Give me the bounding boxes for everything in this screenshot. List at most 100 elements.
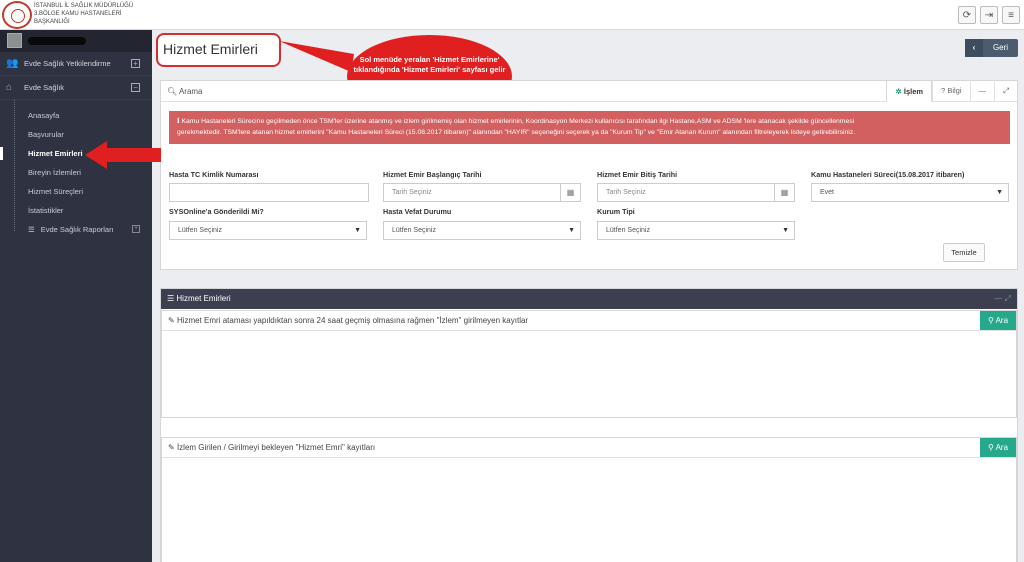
back-button[interactable]: ‹ Geri <box>965 39 1018 57</box>
orders-panel-title: Hizmet Emirleri <box>176 294 231 303</box>
collapse-icon[interactable]: − <box>131 83 140 92</box>
edit-icon: ✎ <box>168 316 175 325</box>
sidebar-item-label: İstatistikler <box>28 206 64 215</box>
kurum-label: Kurum Tipi <box>597 207 635 216</box>
calendar-icon[interactable]: ▦ <box>560 184 580 201</box>
expand-icon[interactable]: + <box>132 225 140 233</box>
overdue-section: ✎ Hizmet Emri ataması yapıldıktan sonra … <box>161 310 1017 418</box>
kamu-label: Kamu Hastaneleri Süreci(15.08.2017 itiba… <box>811 170 965 179</box>
logout-icon[interactable]: ⇥ <box>980 6 998 24</box>
search-button-label: Ara <box>995 316 1009 325</box>
org-line-1: İSTANBUL İL SAĞLIK MÜDÜRLÜĞÜ <box>34 3 134 9</box>
chevron-left-icon: ‹ <box>965 39 983 57</box>
start-date-input[interactable]: Tarih Seçiniz ▦ <box>383 183 581 202</box>
start-date-label: Hizmet Emir Başlangıç Tarihi <box>383 170 482 179</box>
sidebar-item-label: Evde Sağlık Yetkilendirme <box>24 59 111 68</box>
page-title: Hizmet Emirleri <box>156 33 281 67</box>
sidebar: 👥 Evde Sağlık Yetkilendirme + ⌂ Evde Sağ… <box>0 30 152 562</box>
calendar-icon[interactable]: ▦ <box>774 184 794 201</box>
sys-value: Lütfen Seçiniz <box>178 227 222 234</box>
sidebar-item-label: Bireyin İzlemleri <box>28 168 81 177</box>
gear-icon: ✲ <box>895 87 902 96</box>
kamu-select[interactable]: Evet ▼ <box>811 183 1009 202</box>
sidebar-item-label: Hizmet Süreçleri <box>28 187 84 196</box>
alert-text-1: Kamu Hastaneleri Sürecine geçilmeden önc… <box>181 118 855 125</box>
tab-label: İşlem <box>903 87 924 96</box>
caret-down-icon: ▼ <box>568 227 575 234</box>
sidebar-item-label: Evde Sağlık <box>24 83 65 92</box>
search-icon: ⚲ <box>987 443 994 452</box>
question-icon: ? <box>941 86 946 95</box>
end-date-label: Hizmet Emir Bitiş Tarihi <box>597 170 678 179</box>
search-panel-header: 🔍︎ Arama ✲ İşlem ? Bilgi — ⤢ <box>161 80 1017 102</box>
refresh-icon[interactable]: ⟳ <box>958 6 976 24</box>
sidebar-item-istatistikler[interactable]: İstatistikler <box>0 201 152 220</box>
overdue-section-title: Hizmet Emri ataması yapıldıktan sonra 24… <box>176 316 529 325</box>
main-content: Hizmet Emirleri ‹ Geri Sol menüde yerala… <box>152 30 1024 562</box>
kurum-value: Lütfen Seçiniz <box>606 227 650 234</box>
sys-label: SYSOnline'a Gönderildi Mi? <box>169 207 264 216</box>
expand-icon[interactable]: ⤢ <box>994 80 1017 102</box>
annotation-arrow <box>85 141 161 169</box>
org-line-3: BAŞKANLIĞI <box>34 19 70 25</box>
ministry-logo <box>2 1 32 29</box>
kamu-value: Evet <box>820 189 835 196</box>
izlem-section-title: İzlem Girilen / Girilmeyi bekleyen "Hizm… <box>176 443 376 452</box>
sidebar-item-yetkilendirme[interactable]: 👥 Evde Sağlık Yetkilendirme + <box>0 52 152 76</box>
orders-panel: ☰ Hizmet Emirleri — ⤢ ✎ Hizmet Emri atam… <box>160 288 1018 562</box>
edit-icon: ✎ <box>168 443 175 452</box>
sys-select[interactable]: Lütfen Seçiniz ▼ <box>169 221 367 240</box>
org-name: İSTANBUL İL SAĞLIK MÜDÜRLÜĞÜ 3.BÖLGE KAM… <box>34 2 133 26</box>
tab-bilgi[interactable]: ? Bilgi <box>932 80 969 102</box>
search-button[interactable]: ⚲ Ara <box>980 438 1016 457</box>
start-date-placeholder: Tarih Seçiniz <box>392 189 432 196</box>
sidebar-item-anasayfa[interactable]: Anasayfa <box>0 106 152 125</box>
sidebar-item-evde-saglik[interactable]: ⌂ Evde Sağlık − <box>0 76 152 100</box>
end-date-input[interactable]: Tarih Seçiniz ▦ <box>597 183 795 202</box>
tc-input[interactable] <box>169 183 369 202</box>
izlem-section: ✎ İzlem Girilen / Girilmeyi bekleyen "Hi… <box>161 437 1017 562</box>
org-line-2: 3.BÖLGE KAMU HASTANELERİ <box>34 11 122 17</box>
info-alert: ℹ Kamu Hastaneleri Sürecine geçilmeden ö… <box>169 111 1010 144</box>
caret-down-icon: ▼ <box>996 189 1003 196</box>
search-panel-title: Arama <box>178 87 203 96</box>
avatar[interactable] <box>7 33 22 48</box>
sidebar-item-label: Hizmet Emirleri <box>28 149 83 158</box>
caret-down-icon: ▼ <box>782 227 789 234</box>
top-bar: İSTANBUL İL SAĞLIK MÜDÜRLÜĞÜ 3.BÖLGE KAM… <box>0 0 1024 30</box>
sidebar-item-label: Anasayfa <box>28 111 60 120</box>
user-bar <box>0 30 152 52</box>
clear-button[interactable]: Temizle <box>943 243 985 262</box>
search-icon: 🔍︎ <box>167 87 178 96</box>
tc-label: Hasta TC Kimlik Numarası <box>169 170 259 179</box>
vefat-value: Lütfen Seçiniz <box>392 227 436 234</box>
search-button-label: Ara <box>995 443 1009 452</box>
home-icon: ⌂ <box>6 82 13 93</box>
search-icon: ⚲ <box>987 316 994 325</box>
sidebar-item-label: Evde Sağlık Raporları <box>40 225 114 234</box>
caret-down-icon: ▼ <box>354 227 361 234</box>
sidebar-item-raporlar[interactable]: ☰ Evde Sağlık Raporları + <box>0 220 152 239</box>
end-date-placeholder: Tarih Seçiniz <box>606 189 646 196</box>
menu-icon[interactable]: ≡ <box>1002 6 1020 24</box>
izlem-section-header: ✎ İzlem Girilen / Girilmeyi bekleyen "Hi… <box>162 438 1016 458</box>
vefat-select[interactable]: Lütfen Seçiniz ▼ <box>383 221 581 240</box>
panel-controls-icon[interactable]: — ⤢ <box>994 289 1011 309</box>
redacted-username <box>28 37 86 45</box>
search-button[interactable]: ⚲ Ara <box>980 311 1016 330</box>
overdue-section-header: ✎ Hizmet Emri ataması yapıldıktan sonra … <box>162 311 1016 331</box>
users-icon: 👥 <box>6 58 19 69</box>
kurum-select[interactable]: Lütfen Seçiniz ▼ <box>597 221 795 240</box>
back-label: Geri <box>992 43 1009 52</box>
list-icon: ☰ <box>167 294 175 303</box>
tab-label: Bilgi <box>947 86 962 95</box>
sidebar-item-hizmet-surecleri[interactable]: Hizmet Süreçleri <box>0 182 152 201</box>
tab-islem[interactable]: ✲ İşlem <box>886 80 933 102</box>
sidebar-item-label: Başvurular <box>28 130 64 139</box>
search-panel: 🔍︎ Arama ✲ İşlem ? Bilgi — ⤢ ℹ Kamu Hast… <box>160 80 1018 270</box>
minimize-icon[interactable]: — <box>969 80 995 102</box>
expand-icon[interactable]: + <box>131 59 140 68</box>
vefat-label: Hasta Vefat Durumu <box>383 207 452 216</box>
list-icon: ☰ <box>28 225 35 234</box>
orders-panel-header: ☰ Hizmet Emirleri — ⤢ <box>161 289 1017 309</box>
